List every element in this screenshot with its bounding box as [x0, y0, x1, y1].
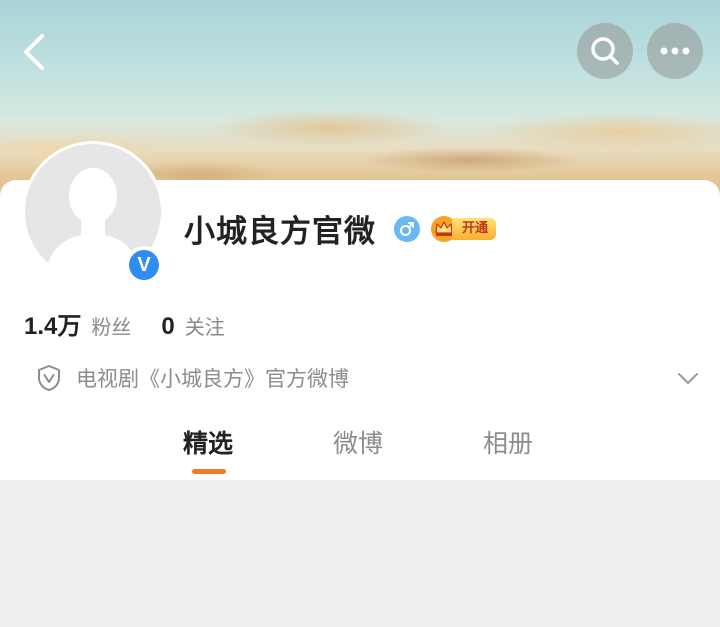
more-dots-icon	[660, 47, 690, 55]
verification-description[interactable]: 电视剧《小城良方》官方微博	[36, 360, 700, 396]
following-stat[interactable]: 0 关注	[161, 311, 224, 341]
following-label: 关注	[184, 315, 225, 339]
profile-tabs: 精选 微博 相册	[0, 420, 720, 480]
search-button[interactable]	[577, 23, 633, 79]
tab-album[interactable]: 相册	[483, 424, 533, 460]
followers-stat[interactable]: 1.4万 粉丝	[24, 306, 131, 341]
vip-label: 开通	[452, 218, 497, 240]
search-icon	[591, 37, 619, 65]
tab-featured[interactable]: 精选	[183, 424, 233, 460]
profile-name: 小城良方官微	[184, 214, 376, 250]
description-text: 电视剧《小城良方》官方微博	[76, 367, 349, 391]
vip-open-button[interactable]: 开通	[430, 214, 497, 244]
back-button[interactable]	[16, 30, 56, 74]
tab-weibo[interactable]: 微博	[333, 424, 383, 460]
verified-badge: V	[125, 246, 163, 284]
active-tab-indicator	[192, 469, 226, 474]
verified-v-icon: V	[129, 250, 159, 280]
profile-stats: 1.4万 粉丝 0 关注	[24, 306, 225, 341]
shield-v-icon	[38, 365, 60, 391]
gender-male-icon	[394, 216, 420, 242]
following-count: 0	[161, 313, 175, 340]
more-button[interactable]	[647, 23, 703, 79]
chevron-down-icon[interactable]	[676, 366, 700, 390]
followers-count: 1.4万	[24, 313, 82, 340]
chevron-left-icon	[24, 34, 44, 70]
followers-label: 粉丝	[91, 315, 132, 339]
